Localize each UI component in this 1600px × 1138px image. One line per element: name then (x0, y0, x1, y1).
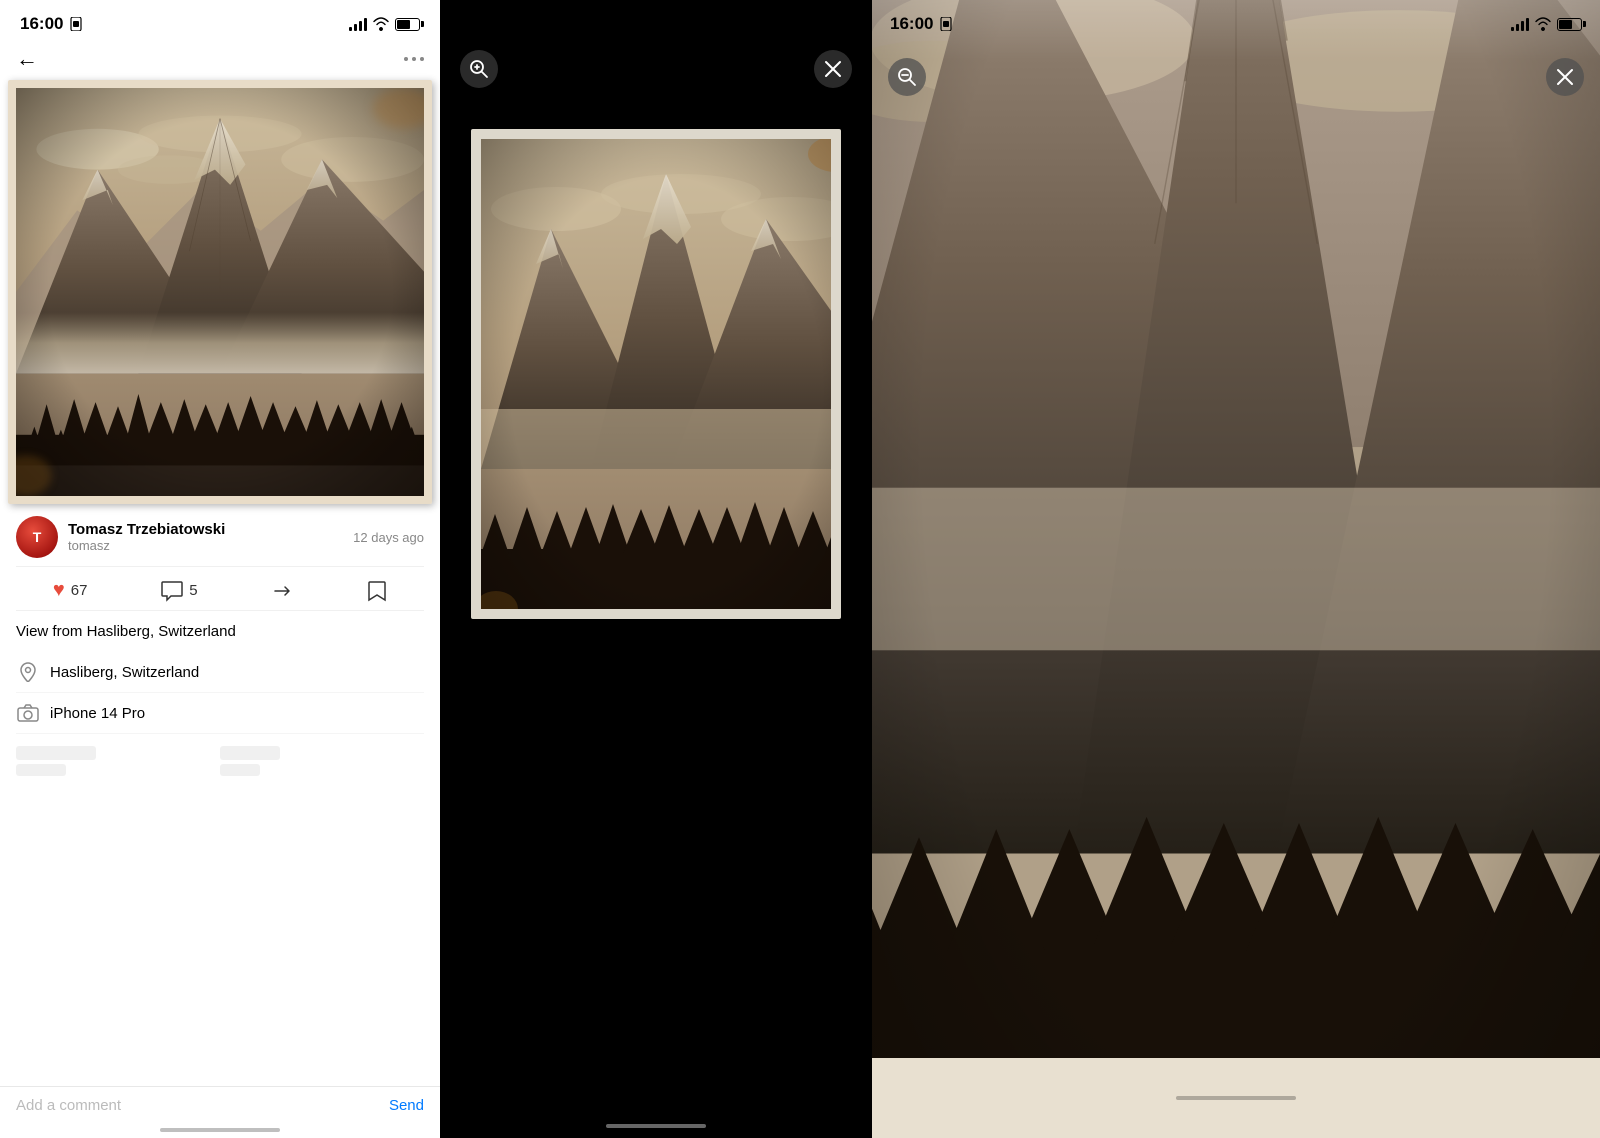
avatar-inner: T (16, 516, 58, 558)
like-button[interactable]: ♥ 67 (53, 579, 88, 602)
post-photo[interactable] (0, 80, 440, 504)
right-home-indicator (1176, 1096, 1296, 1100)
right-close-button[interactable] (1546, 58, 1584, 96)
camera-svg-icon (17, 704, 39, 722)
viewer-photo-frame (471, 129, 841, 619)
focal-length (16, 738, 220, 784)
aperture-label (220, 746, 280, 760)
send-button[interactable]: Send (389, 1097, 424, 1114)
vintage-photo (8, 80, 432, 504)
viewer-topbar (440, 0, 872, 104)
time-display: 16:00 (20, 14, 63, 34)
author-row: T Tomasz Trzebiatowski tomasz 12 days ag… (16, 516, 424, 558)
share-icon (271, 580, 293, 602)
aperture (220, 738, 424, 784)
status-icons (349, 17, 420, 31)
panel-center (440, 0, 872, 1138)
caption: View from Hasliberg, Switzerland (16, 619, 424, 652)
post-time: 12 days ago (353, 530, 424, 545)
viewer-home-indicator (606, 1124, 706, 1128)
back-button[interactable]: ← (16, 46, 38, 72)
close-icon (824, 60, 842, 78)
bookmark-icon (367, 580, 387, 602)
more-button[interactable] (404, 57, 424, 61)
like-count: 67 (71, 582, 88, 599)
close-button[interactable] (814, 50, 852, 88)
bookmark-button[interactable] (367, 580, 387, 602)
comment-button[interactable]: 5 (161, 580, 197, 602)
share-button[interactable] (271, 580, 293, 602)
status-bar: 16:00 (0, 0, 440, 42)
nav-bar: ← (0, 42, 440, 80)
right-viewer-controls (888, 58, 1584, 96)
avatar: T (16, 516, 58, 558)
aperture-value (220, 764, 260, 776)
right-sim-icon (939, 17, 953, 31)
right-wifi-icon (1535, 17, 1551, 31)
pin-icon (19, 662, 37, 682)
zoomed-photo (872, 0, 1600, 1138)
zoom-in-button[interactable] (460, 50, 498, 88)
status-time: 16:00 (20, 14, 83, 34)
bottom-strip (872, 1058, 1600, 1138)
focal-row (16, 738, 424, 784)
focal-label (16, 746, 96, 760)
comment-icon (161, 580, 183, 602)
actions-row: ♥ 67 5 (16, 566, 424, 611)
author-name: Tomasz Trzebiatowski (68, 521, 225, 538)
right-close-icon (1556, 68, 1574, 86)
location-row: Hasliberg, Switzerland (16, 652, 424, 693)
camera-row: iPhone 14 Pro (16, 693, 424, 734)
comment-input[interactable]: Add a comment (16, 1097, 121, 1114)
location-text: Hasliberg, Switzerland (50, 664, 199, 681)
battery-icon (395, 18, 420, 31)
right-status-bar: 16:00 (872, 0, 1600, 34)
viewer-image[interactable] (466, 124, 846, 624)
zoom-out-icon (897, 67, 917, 87)
location-icon (16, 660, 40, 684)
author-info[interactable]: T Tomasz Trzebiatowski tomasz (16, 516, 225, 558)
heart-icon: ♥ (53, 579, 65, 602)
zoom-in-icon (469, 59, 489, 79)
right-time: 16:00 (890, 14, 933, 34)
focal-value (16, 764, 66, 776)
home-indicator (160, 1128, 280, 1132)
panel-left: 16:00 ← (0, 0, 440, 1138)
wifi-icon (373, 17, 389, 31)
signal-icon (349, 17, 367, 31)
post-info: T Tomasz Trzebiatowski tomasz 12 days ag… (0, 504, 440, 792)
zoom-out-button[interactable] (888, 58, 926, 96)
author-handle: tomasz (68, 538, 225, 553)
comment-count: 5 (189, 582, 197, 599)
panel-right: 16:00 (872, 0, 1600, 1138)
sim-icon (69, 17, 83, 31)
right-battery-icon (1557, 18, 1582, 31)
camera-text: iPhone 14 Pro (50, 705, 145, 722)
camera-icon (16, 701, 40, 725)
